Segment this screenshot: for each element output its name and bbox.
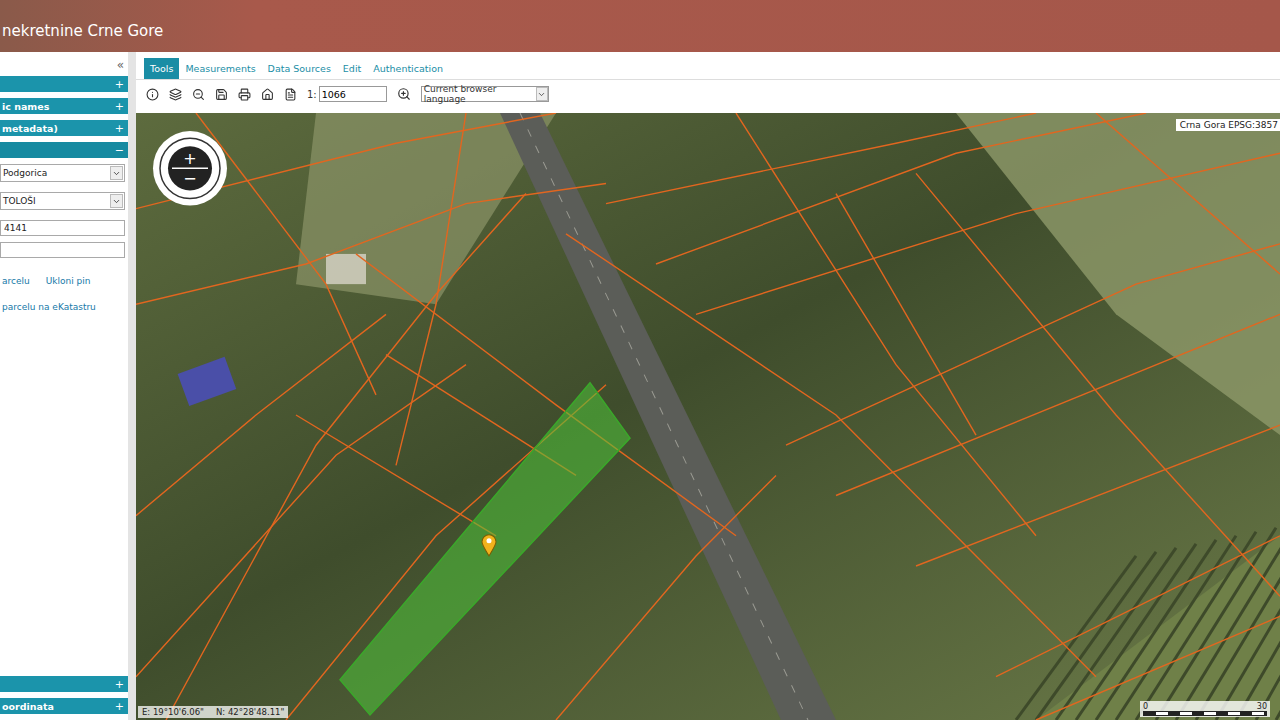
section-header[interactable]: +	[0, 676, 128, 692]
select-field[interactable]: TOLOŠI	[0, 192, 125, 210]
tab[interactable]: Data Sources	[262, 58, 337, 79]
select-field[interactable]: Podgorica	[0, 164, 125, 182]
tab[interactable]: Edit	[337, 58, 367, 79]
section-header[interactable]: metadata)+	[0, 120, 128, 136]
parcel-boundary	[296, 415, 496, 536]
vineyard-row	[1256, 508, 1280, 720]
app-title: nekretnine Crne Gore	[2, 12, 163, 40]
scale-input[interactable]	[319, 86, 387, 102]
language-select[interactable]: Current browser language	[421, 86, 549, 102]
tab[interactable]: Measurements	[179, 58, 261, 79]
map-pin-icon[interactable]	[482, 535, 496, 556]
section-header[interactable]: −	[0, 142, 128, 158]
app: nekretnine Crne Gore « + ic names+ metadata)…	[0, 0, 1280, 720]
vineyard-row	[1076, 544, 1196, 720]
parcel-boundary	[656, 113, 1146, 264]
home-icon[interactable]	[261, 88, 274, 101]
parcel-boundary	[996, 536, 1280, 677]
sidebar-link[interactable]: arcelu	[2, 276, 30, 286]
ekatastar-link[interactable]: parcelu na eKatastru	[0, 286, 128, 312]
parcel-boundary	[566, 234, 1096, 677]
parcel-boundary	[396, 113, 466, 465]
selected-parcel[interactable]	[340, 383, 630, 715]
vineyard-row	[1176, 524, 1280, 720]
text-input[interactable]	[0, 242, 125, 258]
crs-label: Crna Gora EPSG:3857	[1176, 119, 1280, 131]
parcel-boundary	[836, 314, 1280, 495]
tab[interactable]: Tools	[144, 58, 179, 79]
parcel-boundary	[916, 425, 1280, 566]
parcel-boundary	[136, 113, 556, 209]
zoom-scale-icon[interactable]	[397, 87, 411, 101]
text-input[interactable]	[0, 220, 125, 236]
collapse-button[interactable]: «	[0, 58, 128, 74]
parcel-boundary	[696, 153, 1280, 314]
pan-zoom-control[interactable]: +−	[153, 131, 227, 205]
vineyard-row	[1136, 532, 1256, 720]
zoom-out-button[interactable]: −	[183, 169, 196, 188]
header: nekretnine Crne Gore	[0, 0, 1280, 52]
parcel-boundary	[606, 113, 1036, 204]
vineyard-row	[1216, 516, 1280, 720]
zoom-in-button[interactable]: +	[183, 149, 196, 168]
building	[178, 357, 237, 406]
log-icon[interactable]	[284, 88, 297, 101]
save-icon[interactable]	[215, 88, 228, 101]
parcel-boundary	[556, 475, 776, 720]
scale-bar: 030	[1140, 701, 1270, 717]
parcel-boundary	[736, 113, 1036, 536]
map[interactable]: +− Crna Gora EPSG:3857 E: 19°10'6.06"N: 42…	[136, 113, 1280, 720]
vineyard-row	[1016, 556, 1136, 720]
parcel-boundary	[136, 314, 386, 515]
dropdown-arrow-icon	[110, 194, 123, 208]
parcel-boundary	[166, 194, 526, 720]
printer-icon[interactable]	[238, 88, 251, 101]
scale-group: 1:	[307, 86, 387, 102]
parcel-boundary	[836, 194, 976, 436]
vineyard-row	[1096, 540, 1216, 720]
parcel-boundary	[1096, 113, 1280, 274]
layers-icon[interactable]	[169, 88, 182, 101]
section-header[interactable]: oordinata+	[0, 698, 128, 714]
section-header[interactable]: ic names+	[0, 98, 128, 114]
aerial-map[interactable]: +−	[136, 113, 1280, 720]
coordinates: E: 19°10'6.06"N: 42°28'48.11"	[138, 706, 288, 718]
section-header[interactable]: +	[0, 76, 128, 92]
vineyard-row	[1056, 548, 1176, 720]
zoom-out-icon[interactable]	[192, 88, 205, 101]
tab-bar: ToolsMeasurementsData SourcesEditAuthent…	[136, 58, 1280, 80]
dropdown-arrow-icon	[110, 166, 123, 180]
vineyard-row	[1116, 536, 1236, 720]
vineyard-row	[1156, 528, 1276, 720]
sidebar-link[interactable]: Ukloni pin	[46, 276, 91, 286]
parcel-boundary	[1036, 616, 1280, 720]
sidebar: « + ic names+ metadata)+ − Podgorica TOLOŠI arc…	[0, 52, 128, 720]
dropdown-arrow-icon	[536, 87, 548, 101]
road	[500, 113, 836, 720]
toolbar: 1: Current browser language	[136, 80, 1280, 108]
info-icon[interactable]	[146, 88, 159, 101]
tab[interactable]: Authentication	[367, 58, 449, 79]
parcel-boundary	[916, 173, 1280, 596]
